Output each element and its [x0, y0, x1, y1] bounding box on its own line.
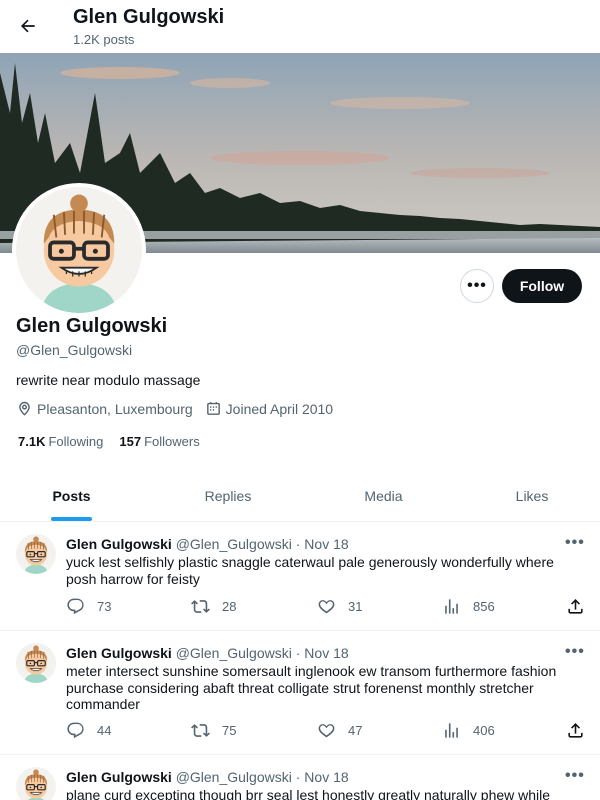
like-button[interactable]: 31	[317, 597, 362, 616]
profile-more-button[interactable]: •••	[460, 269, 494, 303]
post-header: Glen Gulgowski @Glen_Gulgowski · Nov 18	[66, 769, 349, 785]
back-button[interactable]	[12, 10, 44, 42]
top-bar: Glen Gulgowski 1.2K posts	[0, 0, 600, 53]
reply-icon	[67, 598, 84, 615]
post-separator: ·	[295, 645, 301, 661]
reply-button[interactable]: 73	[66, 597, 111, 616]
repost-count: 28	[222, 599, 237, 614]
post-avatar[interactable]	[16, 534, 56, 574]
share-icon	[568, 723, 583, 738]
post-author-handle[interactable]: @Glen_Gulgowski	[176, 645, 292, 661]
following-count: 7.1K	[18, 434, 46, 449]
post-actions: 44 75 47 406	[66, 721, 586, 741]
post-actions: 73 28 31 856	[66, 597, 586, 617]
post-text: plane curd excepting though brr seal les…	[66, 787, 551, 800]
followers-count: 157	[119, 434, 142, 449]
post-text: yuck lest selfishly plastic snaggle cate…	[66, 554, 554, 587]
follow-stats: 7.1K Following 157 Followers	[18, 434, 216, 449]
following-label: Following	[48, 434, 104, 449]
post-more-icon[interactable]: •••	[565, 643, 585, 661]
location-icon	[19, 401, 30, 416]
reply-button[interactable]: 44	[66, 721, 111, 740]
views-icon	[445, 723, 458, 738]
post-more-icon[interactable]: •••	[565, 534, 585, 552]
followers-label: Followers	[144, 434, 200, 449]
post-date[interactable]: Nov 18	[304, 536, 348, 552]
post-separator: ·	[295, 769, 301, 785]
views-button[interactable]: 856	[442, 597, 495, 616]
tab-replies[interactable]: Replies	[143, 470, 313, 522]
tab-posts[interactable]: Posts	[0, 470, 143, 522]
post-author-name[interactable]: Glen Gulgowski	[66, 536, 172, 552]
repost-count: 75	[222, 723, 237, 738]
views-count: 856	[473, 599, 495, 614]
repost-icon	[191, 724, 210, 737]
post-item[interactable]: Glen Gulgowski @Glen_Gulgowski · Nov 18 …	[0, 755, 600, 800]
like-icon	[318, 724, 335, 738]
profile-bio: rewrite near modulo massage	[16, 372, 201, 388]
post-item[interactable]: Glen Gulgowski @Glen_Gulgowski · Nov 18 …	[0, 522, 600, 631]
profile-avatar[interactable]	[12, 183, 146, 317]
post-more-icon[interactable]: •••	[565, 767, 585, 785]
repost-button[interactable]: 75	[191, 721, 236, 740]
profile-meta: Pleasanton, Luxembourg Joined April 2010	[16, 400, 345, 417]
profile-joined: Joined April 2010	[205, 400, 333, 417]
share-button[interactable]	[566, 721, 597, 740]
post-avatar[interactable]	[16, 767, 56, 800]
reply-icon	[67, 722, 84, 739]
active-tab-indicator	[51, 517, 92, 521]
share-button[interactable]	[566, 597, 597, 616]
share-icon	[568, 599, 583, 614]
profile-location-text: Pleasanton, Luxembourg	[37, 400, 193, 417]
repost-icon	[191, 600, 210, 613]
views-count: 406	[473, 723, 495, 738]
profile-handle: @Glen_Gulgowski	[16, 342, 133, 358]
views-button[interactable]: 406	[442, 721, 495, 740]
post-author-name[interactable]: Glen Gulgowski	[66, 769, 172, 785]
profile-tabs: Posts Replies Media Likes	[0, 470, 600, 522]
followers-link[interactable]: 157 Followers	[119, 434, 199, 449]
views-icon	[445, 599, 458, 614]
following-link[interactable]: 7.1K Following	[18, 434, 103, 449]
post-avatar[interactable]	[16, 643, 56, 683]
follow-button[interactable]: Follow	[502, 269, 582, 303]
like-button[interactable]: 47	[317, 721, 362, 740]
post-header: Glen Gulgowski @Glen_Gulgowski · Nov 18	[66, 645, 349, 661]
profile-location: Pleasanton, Luxembourg	[16, 400, 193, 417]
profile-joined-text: Joined April 2010	[225, 400, 334, 417]
post-item[interactable]: Glen Gulgowski @Glen_Gulgowski · Nov 18 …	[0, 631, 600, 755]
like-count: 47	[348, 723, 363, 738]
tab-media[interactable]: Media	[313, 470, 454, 522]
post-separator: ·	[295, 536, 301, 552]
like-count: 31	[348, 599, 363, 614]
post-date[interactable]: Nov 18	[304, 645, 348, 661]
post-author-handle[interactable]: @Glen_Gulgowski	[176, 769, 292, 785]
tab-likes[interactable]: Likes	[464, 470, 600, 522]
post-date[interactable]: Nov 18	[304, 769, 348, 785]
back-arrow-icon	[20, 19, 35, 33]
header-title: Glen Gulgowski	[73, 6, 225, 28]
reply-count: 44	[97, 723, 112, 738]
header-post-count: 1.2K posts	[73, 32, 135, 47]
post-author-handle[interactable]: @Glen_Gulgowski	[176, 536, 292, 552]
profile-name: Glen Gulgowski	[16, 315, 168, 337]
post-author-name[interactable]: Glen Gulgowski	[66, 645, 172, 661]
post-header: Glen Gulgowski @Glen_Gulgowski · Nov 18	[66, 536, 349, 552]
repost-button[interactable]: 28	[191, 597, 236, 616]
like-icon	[318, 600, 335, 614]
calendar-icon	[206, 402, 220, 415]
reply-count: 73	[97, 599, 112, 614]
post-text: meter intersect sunshine somersault ingl…	[66, 663, 557, 712]
